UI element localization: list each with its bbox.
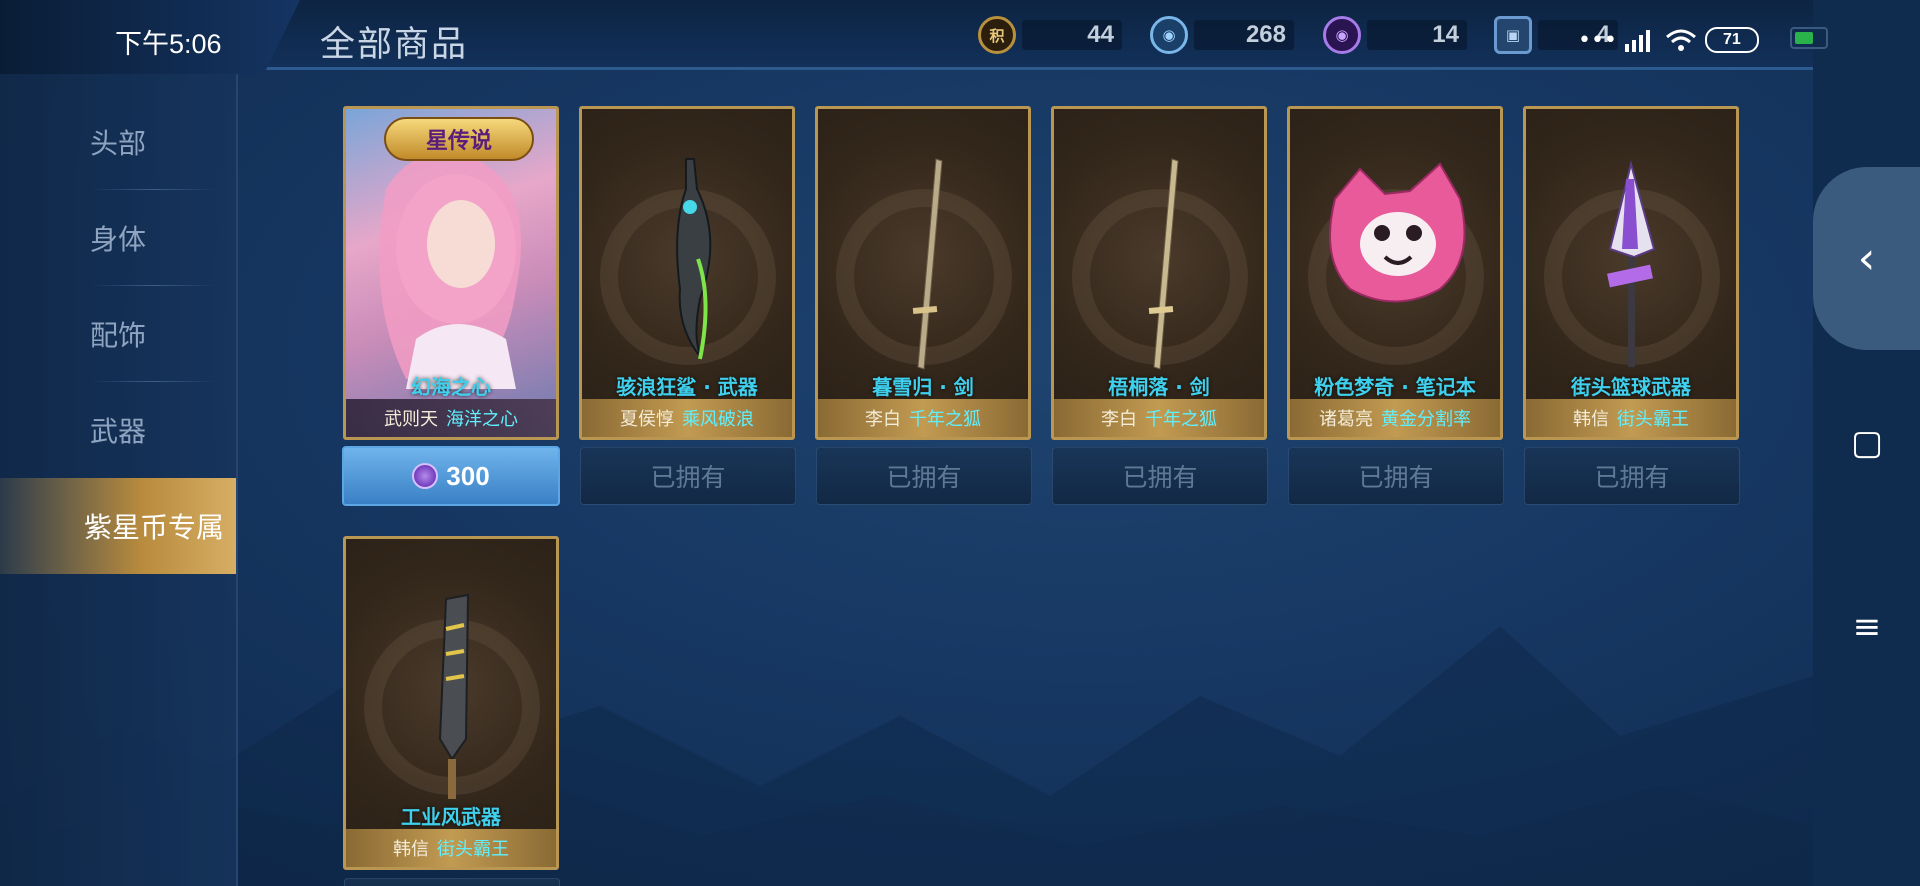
page-title: 全部商品 [320, 25, 469, 65]
status-time: 下午5:06 [115, 29, 222, 59]
pink-mengqi-notebook-icon [1329, 162, 1466, 303]
owned-status: 已拥有 [580, 447, 796, 505]
legend-skin-badge: 星传说 [384, 117, 534, 161]
product-card[interactable]: 工业风武器 韩信 街头霸王 [343, 536, 559, 870]
product-owner: 韩信 街头霸王 [346, 829, 556, 867]
sidebar-item-label: 武器 [89, 415, 146, 448]
battery-indicator: 71 [1704, 27, 1759, 53]
product-card[interactable]: 街头篮球武器 韩信 街头霸王 [1523, 106, 1739, 440]
product-owner: 武则天 海洋之心 [346, 399, 556, 437]
hero-name: 李白 [1101, 409, 1137, 430]
skin-name: 千年之狐 [1145, 409, 1217, 430]
battery-status-icon [1790, 27, 1828, 49]
product-owner: 夏侯惇 乘风破浪 [582, 399, 792, 437]
hero-name: 李白 [865, 409, 901, 430]
product-name: 街头篮球武器 [1571, 375, 1691, 399]
mountain-backdrop [0, 626, 1813, 886]
sidebar-item-label: 配饰 [89, 319, 146, 352]
product-owner: 诸葛亮 黄金分割率 [1290, 399, 1500, 437]
sidebar-item-head[interactable]: 头部 [0, 94, 236, 190]
price: 300 [446, 460, 490, 491]
sidebar-item-label: 身体 [89, 223, 146, 256]
category-sidebar: 头部 身体 配饰 武器 紫星币专属 [0, 74, 238, 886]
shark-weapon-icon [676, 158, 712, 360]
menu-button[interactable]: ≡ [1840, 600, 1894, 654]
signal-dots-icon: ••• [1578, 27, 1617, 53]
buy-button[interactable]: 300 [342, 446, 560, 506]
product-card[interactable]: 粉色梦奇 · 笔记本 诸葛亮 黄金分割率 [1287, 106, 1503, 440]
product-card[interactable]: 梧桐落 · 剑 李白 千年之狐 [1051, 106, 1267, 440]
wifi-icon [1665, 29, 1696, 51]
currency-purple-star[interactable]: ◉ 14 [1323, 15, 1467, 55]
product-name: 暮雪归 · 剑 [872, 375, 974, 399]
skin-name: 乘风破浪 [682, 409, 754, 430]
sword-icon [912, 158, 943, 370]
product-owner: 李白 千年之狐 [1054, 399, 1264, 437]
sidebar-item-label: 头部 [89, 127, 146, 160]
owned-status: 已拥有 [816, 447, 1032, 505]
product-owner: 李白 千年之狐 [818, 399, 1028, 437]
currency-honor[interactable]: 积 44 [978, 15, 1122, 55]
currency-value: 268 [1194, 20, 1294, 50]
sidebar-item-accessory[interactable]: 配饰 [0, 286, 236, 382]
hero-name: 夏侯惇 [620, 409, 674, 430]
hero-name: 韩信 [393, 839, 429, 860]
owned-status [344, 878, 560, 886]
home-button[interactable]: ▢ [1840, 416, 1894, 470]
product-card[interactable]: 星传说 幻海之心 武则天 海洋之心 [343, 106, 559, 440]
hero-name: 诸葛亮 [1319, 409, 1373, 430]
owned-status: 已拥有 [1288, 447, 1504, 505]
skin-name: 千年之狐 [909, 409, 981, 430]
owned-status: 已拥有 [1524, 447, 1740, 505]
product-name: 骇浪狂鲨 · 武器 [616, 375, 758, 399]
hero-portrait [379, 153, 521, 389]
status-icons: ••• 71 [1578, 20, 1759, 60]
shop-screen: 下午5:06 全部商品 积 44 ◉ 268 ◉ 14 ▣ 4 ••• 71 头… [0, 0, 1813, 886]
purple-star-coin-icon: ◉ [1323, 16, 1361, 54]
card-ticket-icon: ▣ [1494, 16, 1532, 54]
skin-name: 海洋之心 [446, 409, 518, 430]
product-card[interactable]: 暮雪归 · 剑 李白 千年之狐 [815, 106, 1031, 440]
currency-gem[interactable]: ◉ 268 [1150, 15, 1294, 55]
product-card[interactable]: 骇浪狂鲨 · 武器 夏侯惇 乘风破浪 [579, 106, 795, 440]
street-spear-icon [1607, 160, 1656, 367]
industrial-weapon-icon [438, 593, 470, 799]
honor-token-icon: 积 [978, 16, 1016, 54]
skin-name: 街头霸王 [1617, 409, 1689, 430]
currency-value: 14 [1367, 20, 1467, 50]
skin-name: 黄金分割率 [1381, 409, 1471, 430]
sword-icon [1148, 158, 1179, 370]
skin-name: 街头霸王 [437, 839, 509, 860]
product-name: 工业风武器 [401, 805, 501, 829]
sidebar-item-purple-star-exclusive[interactable]: 紫星币专属 [0, 478, 236, 574]
product-name: 粉色梦奇 · 笔记本 [1314, 375, 1476, 399]
product-name: 幻海之心 [411, 375, 491, 399]
hero-name: 武则天 [384, 409, 438, 430]
product-owner: 韩信 街头霸王 [1526, 399, 1736, 437]
currency-value: 44 [1022, 20, 1122, 50]
product-name: 梧桐落 · 剑 [1108, 375, 1210, 399]
back-button[interactable]: ‹ [1813, 167, 1920, 350]
owned-status: 已拥有 [1052, 447, 1268, 505]
hero-name: 韩信 [1573, 409, 1609, 430]
sidebar-item-label: 紫星币专属 [83, 511, 224, 544]
purple-star-coin-icon [412, 463, 439, 489]
gem-icon: ◉ [1150, 16, 1188, 54]
sidebar-item-weapon[interactable]: 武器 [0, 382, 236, 478]
cellular-signal-icon [1624, 30, 1650, 52]
sidebar-item-body[interactable]: 身体 [0, 190, 236, 286]
